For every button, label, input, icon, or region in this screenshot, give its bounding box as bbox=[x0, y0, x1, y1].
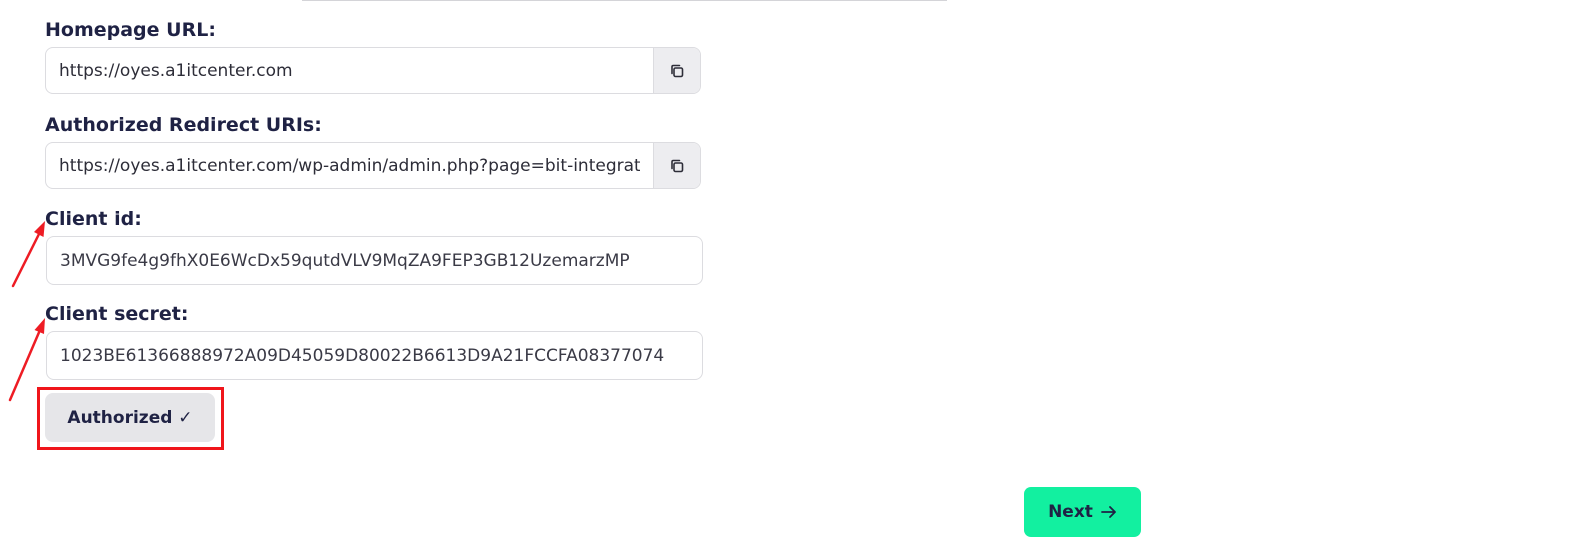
client-id-input[interactable] bbox=[46, 236, 703, 285]
top-divider bbox=[302, 0, 947, 1]
arrow-right-icon bbox=[1101, 506, 1116, 518]
next-button-label: Next bbox=[1048, 502, 1093, 522]
homepage-url-field bbox=[45, 47, 701, 94]
annotation-arrow-client-id bbox=[11, 221, 45, 288]
redirect-uris-label: Authorized Redirect URIs: bbox=[45, 114, 322, 136]
next-button[interactable]: Next bbox=[1024, 487, 1141, 537]
redirect-uris-field bbox=[45, 142, 701, 189]
authorized-button[interactable]: Authorized ✓ bbox=[45, 393, 215, 442]
homepage-url-copy-button[interactable] bbox=[653, 48, 700, 93]
copy-icon bbox=[671, 64, 684, 77]
redirect-uris-input[interactable] bbox=[46, 143, 653, 188]
homepage-url-input[interactable] bbox=[46, 48, 653, 93]
client-secret-label: Client secret: bbox=[45, 303, 189, 325]
client-id-label: Client id: bbox=[45, 208, 142, 230]
homepage-url-label: Homepage URL: bbox=[45, 19, 216, 41]
copy-icon bbox=[671, 159, 684, 172]
client-secret-input[interactable] bbox=[46, 331, 703, 380]
redirect-uris-copy-button[interactable] bbox=[653, 143, 700, 188]
